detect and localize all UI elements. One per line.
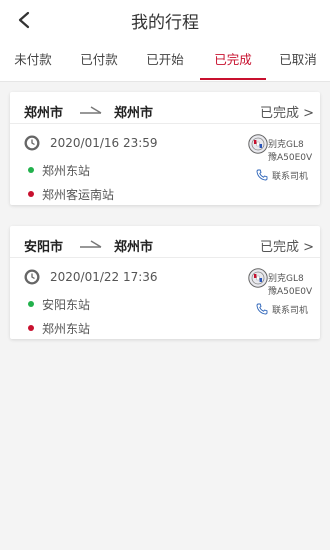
trip-status-link[interactable]: 已完成 >	[260, 102, 314, 121]
license-plate: 豫A50E0V	[268, 153, 313, 163]
car-model: 别克GL8	[268, 274, 304, 284]
contact-driver-label: 联系司机	[272, 172, 309, 182]
divider	[10, 123, 320, 124]
license-plate: 豫A50E0V	[268, 287, 313, 297]
trip-datetime: 2020/01/16 23:59	[50, 136, 158, 150]
start-stop-name: 安阳东站	[42, 298, 91, 312]
end-stop-name: 郑州客运南站	[42, 188, 115, 202]
start-stop-name: 郑州东站	[42, 164, 91, 178]
top-bar: 我的行程	[0, 0, 330, 40]
clock-icon	[24, 135, 40, 151]
car-model: 别克GL8	[268, 140, 304, 150]
tab-unpaid[interactable]: 未付款	[0, 40, 66, 82]
divider	[10, 257, 320, 258]
from-city: 安阳市	[24, 240, 64, 255]
contact-driver-label: 联系司机	[272, 306, 309, 316]
page-title: 我的行程	[131, 13, 199, 33]
from-city: 郑州市	[24, 106, 64, 121]
trip-datetime: 2020/01/22 17:36	[50, 270, 158, 284]
start-dot-icon	[28, 167, 34, 173]
trip-card[interactable]: 安阳市 郑州市 已完成 > 2020/01/22 17:36 安阳东站 郑州东站…	[10, 226, 320, 339]
trip-card[interactable]: 郑州市 郑州市 已完成 > 2020/01/16 23:59 郑州东站 郑州客运…	[10, 92, 320, 205]
car-brand-logo-icon	[248, 268, 268, 288]
route-row: 安阳市 郑州市 已完成 >	[24, 236, 314, 256]
end-dot-icon	[28, 325, 34, 331]
route-row: 郑州市 郑州市 已完成 >	[24, 102, 314, 122]
tab-started[interactable]: 已开始	[132, 40, 198, 82]
car-brand-logo-icon	[248, 134, 268, 154]
end-stop-name: 郑州东站	[42, 322, 91, 336]
trip-status-tabs: 未付款 已付款 已开始 已完成 已取消	[0, 40, 330, 82]
tab-paid[interactable]: 已付款	[66, 40, 132, 82]
arrow-right-icon	[80, 240, 102, 248]
start-dot-icon	[28, 301, 34, 307]
clock-icon	[24, 269, 40, 285]
end-dot-icon	[28, 191, 34, 197]
tab-cancelled[interactable]: 已取消	[266, 40, 330, 82]
trip-status-link[interactable]: 已完成 >	[260, 236, 314, 255]
phone-icon	[256, 303, 268, 315]
tab-completed[interactable]: 已完成	[200, 40, 266, 82]
to-city: 郑州市	[114, 240, 154, 255]
arrow-right-icon	[80, 106, 102, 114]
phone-icon	[256, 169, 268, 181]
to-city: 郑州市	[114, 106, 154, 121]
active-tab-indicator	[200, 78, 266, 80]
